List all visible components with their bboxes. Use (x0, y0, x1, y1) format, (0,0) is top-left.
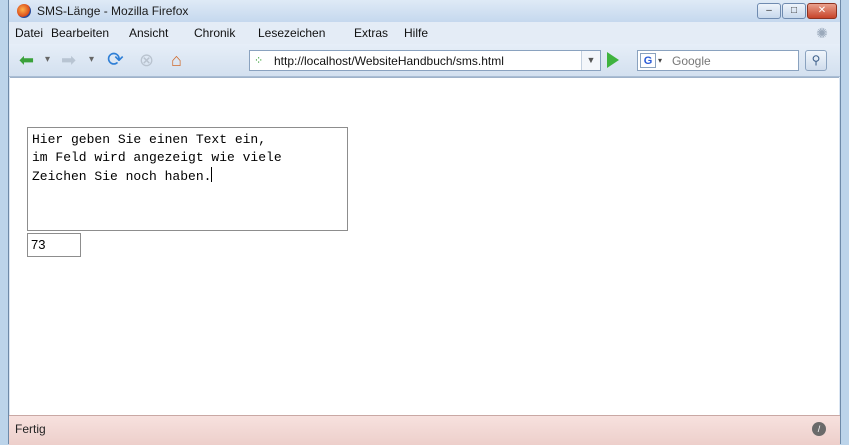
remaining-chars-field[interactable]: 73 (27, 233, 81, 257)
close-button[interactable]: ✕ (807, 3, 837, 19)
title-bar: SMS-Länge - Mozilla Firefox – □ ✕ (9, 0, 840, 22)
status-indicator-icon[interactable]: / (812, 422, 826, 436)
status-text: Fertig (15, 422, 46, 436)
menu-bearbeiten[interactable]: Bearbeiten (51, 26, 109, 40)
menu-chronik[interactable]: Chronik (194, 26, 235, 40)
forward-history-dropdown-icon[interactable]: ▾ (89, 50, 94, 70)
search-engine-dropdown-icon[interactable]: ▾ (658, 53, 662, 68)
back-button[interactable]: ⬅ (19, 50, 34, 70)
activity-throbber-icon: ✺ (816, 25, 828, 41)
window-title: SMS-Länge - Mozilla Firefox (37, 4, 189, 18)
address-history-dropdown[interactable]: ▼ (581, 51, 600, 70)
search-button[interactable]: ⚲ (805, 50, 827, 71)
sms-textarea-text[interactable]: Hier geben Sie einen Text ein, im Feld w… (32, 132, 282, 184)
menu-hilfe[interactable]: Hilfe (404, 26, 428, 40)
go-button[interactable] (607, 52, 619, 68)
menu-datei[interactable]: Datei (15, 26, 43, 40)
menu-bar: Datei Bearbeiten Ansicht Chronik Lesezei… (9, 22, 840, 44)
search-box[interactable]: G ▾ Google (637, 50, 799, 71)
menu-ansicht[interactable]: Ansicht (129, 26, 168, 40)
address-bar[interactable]: ⁘ http://localhost/WebsiteHandbuch/sms.h… (249, 50, 601, 71)
page-content: Hier geben Sie einen Text ein, im Feld w… (10, 77, 839, 416)
back-history-dropdown-icon[interactable]: ▾ (45, 50, 50, 70)
site-favicon-icon: ⁘ (254, 55, 264, 67)
menu-lesezeichen[interactable]: Lesezeichen (258, 26, 325, 40)
forward-button[interactable]: ➡ (61, 50, 76, 70)
google-engine-icon[interactable]: G (640, 53, 656, 68)
navigation-toolbar: ⬅ ▾ ➡ ▾ ⟳ ⊗ ⌂ ⁘ http://localhost/Website… (9, 44, 840, 77)
maximize-button[interactable]: □ (782, 3, 806, 19)
text-caret (211, 167, 213, 182)
sms-textarea[interactable]: Hier geben Sie einen Text ein, im Feld w… (27, 127, 348, 231)
firefox-logo-icon (17, 4, 31, 18)
menu-extras[interactable]: Extras (354, 26, 388, 40)
search-placeholder[interactable]: Google (672, 54, 711, 68)
stop-button[interactable]: ⊗ (139, 50, 154, 70)
reload-button[interactable]: ⟳ (107, 50, 124, 70)
status-bar: Fertig / (9, 415, 840, 445)
minimize-button[interactable]: – (757, 3, 781, 19)
browser-window: SMS-Länge - Mozilla Firefox – □ ✕ Datei … (8, 0, 841, 445)
home-button[interactable]: ⌂ (171, 50, 182, 70)
address-url[interactable]: http://localhost/WebsiteHandbuch/sms.htm… (274, 54, 504, 68)
